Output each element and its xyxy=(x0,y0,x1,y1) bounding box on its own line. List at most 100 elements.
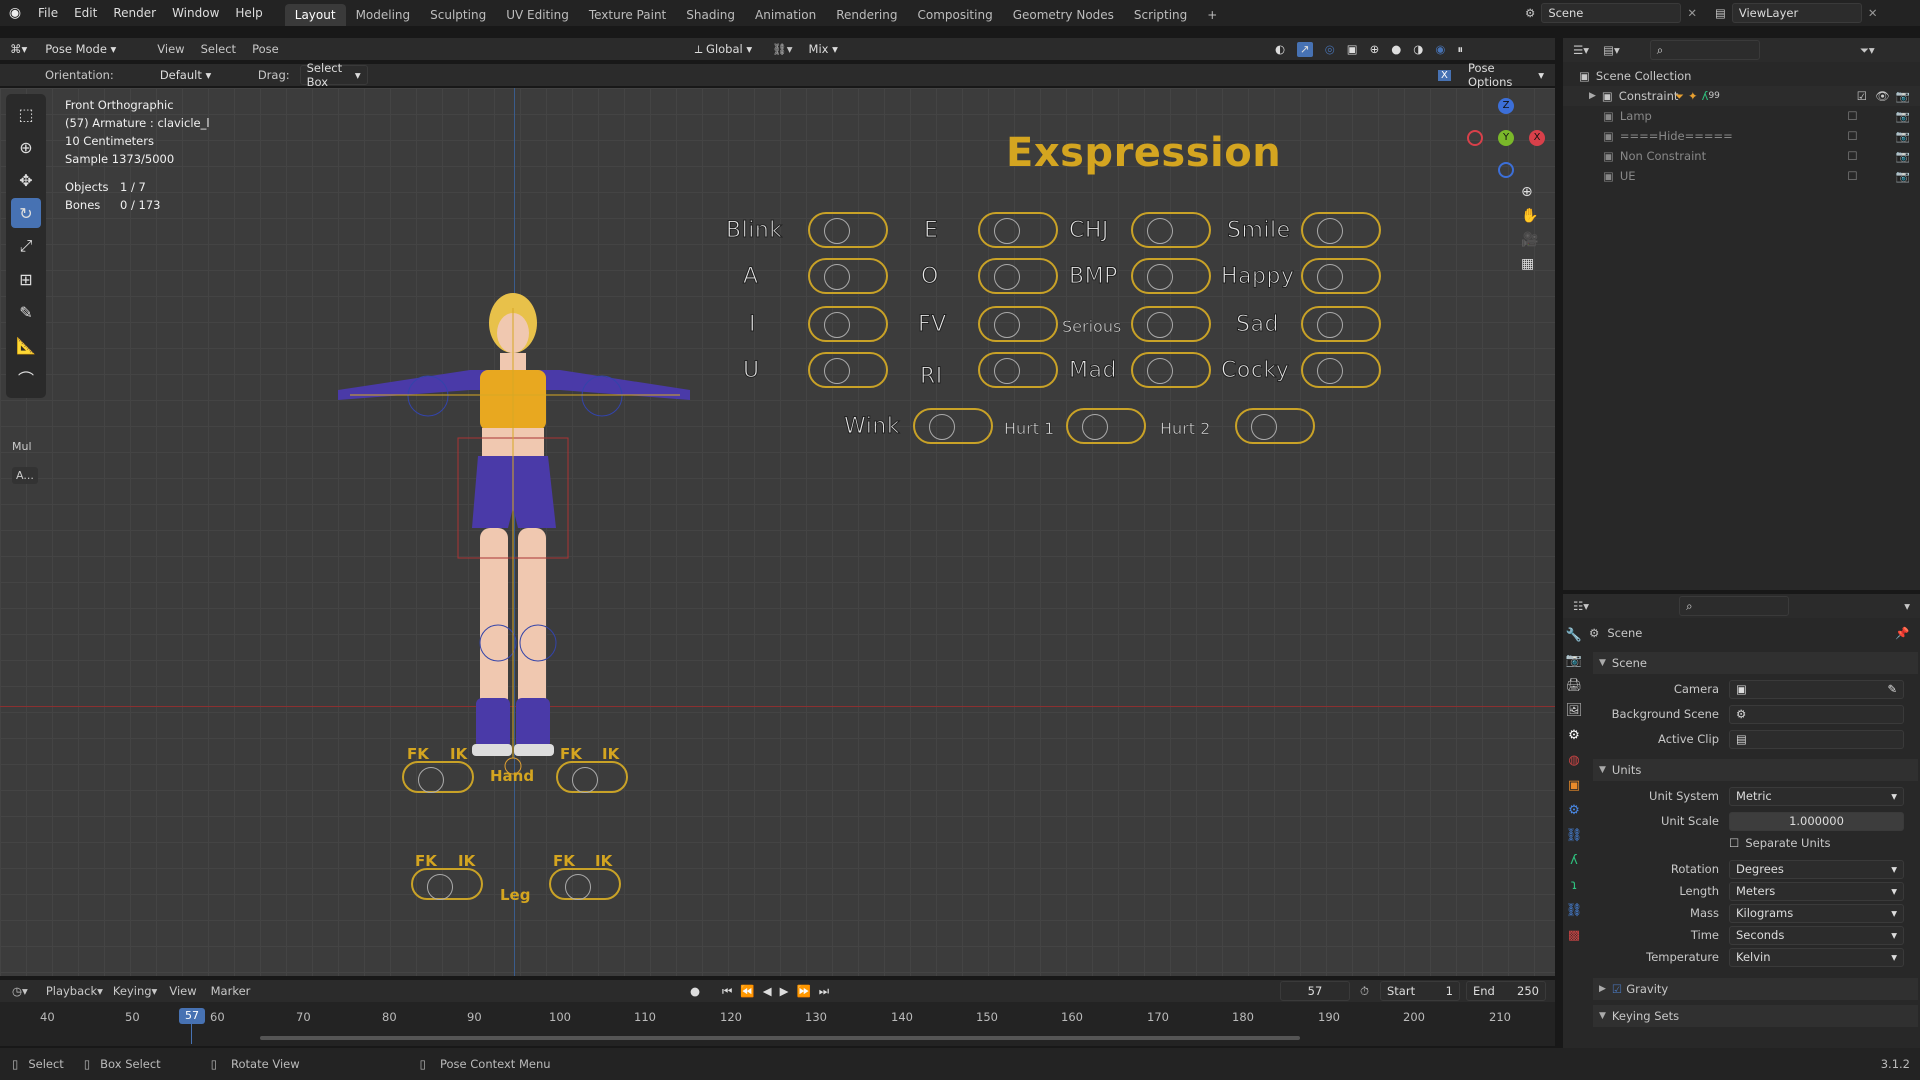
temperature-dropdown[interactable]: Kelvin ▾ xyxy=(1729,947,1904,967)
solid-shading-icon[interactable]: ● xyxy=(1391,42,1401,57)
expr-control-cocky[interactable] xyxy=(1301,352,1381,388)
character-rig[interactable] xyxy=(330,278,710,808)
outliner-editor-icon[interactable]: ☰▾ xyxy=(1573,43,1589,57)
wireframe-shading-icon[interactable]: ⊕ xyxy=(1370,42,1380,57)
x-mirror-button[interactable]: X xyxy=(1438,69,1451,81)
playhead[interactable]: 57 xyxy=(179,1008,205,1024)
select-box-icon[interactable]: ⬚ xyxy=(11,99,41,129)
keying-sets-panel-header[interactable]: ▼ Keying Sets xyxy=(1593,1005,1918,1027)
side-panel-a-button[interactable]: A... xyxy=(12,467,38,484)
marker-menu[interactable]: Marker xyxy=(211,984,251,998)
checkbox-icon[interactable]: ☐ xyxy=(1847,109,1857,123)
rotation-dropdown[interactable]: Degrees ▾ xyxy=(1729,859,1904,879)
checkbox-icon[interactable]: ☐ xyxy=(1847,129,1857,143)
filter-icon[interactable]: ⏷▾ xyxy=(1860,43,1875,58)
blender-logo-icon[interactable]: ◉ xyxy=(0,5,30,21)
menu-view[interactable]: View xyxy=(157,42,184,56)
camera-icon[interactable]: 🎥 xyxy=(1521,232,1538,248)
outliner-search-input[interactable]: ⌕ xyxy=(1649,40,1760,60)
render-icon[interactable]: 📷 xyxy=(1896,109,1910,123)
view-layer-tab-icon[interactable]: 🖼 xyxy=(1566,703,1583,718)
expr-control-e[interactable] xyxy=(978,212,1058,248)
expr-control-happy[interactable] xyxy=(1301,258,1381,294)
gizmo-x-axis[interactable]: X xyxy=(1529,130,1545,146)
timeline-view-menu[interactable]: View xyxy=(169,984,196,998)
render-icon[interactable]: 📷 xyxy=(1896,169,1910,183)
tab-geometry-nodes[interactable]: Geometry Nodes xyxy=(1003,4,1124,26)
display-mode-icon[interactable]: ▤▾ xyxy=(1603,43,1620,57)
mode-selector[interactable]: Pose Mode ▾ xyxy=(39,39,143,59)
output-tab-icon[interactable]: 🖨 xyxy=(1566,678,1583,693)
gravity-panel-header[interactable]: ▶ ☑ Gravity xyxy=(1593,978,1918,1000)
render-tab-icon[interactable]: 📷 xyxy=(1566,653,1582,668)
tool-tab-icon[interactable]: 🔧 xyxy=(1566,628,1582,643)
playback-menu[interactable]: Playback▾ xyxy=(46,984,103,998)
pan-hand-icon[interactable]: ✋ xyxy=(1521,208,1538,224)
zoom-icon[interactable]: ⊕ xyxy=(1521,184,1538,200)
bone-tab-icon[interactable]: ɿ xyxy=(1571,878,1578,893)
measure-icon[interactable]: 📐 xyxy=(11,330,41,360)
bone-constraint-tab-icon[interactable]: ⛓ xyxy=(1566,903,1583,918)
transform-icon[interactable]: ⊞ xyxy=(11,264,41,294)
snap-icon[interactable]: ⛓▾ xyxy=(772,42,792,56)
move-icon[interactable]: ✥ xyxy=(11,165,41,195)
menu-edit[interactable]: Edit xyxy=(66,6,105,20)
length-dropdown[interactable]: Meters ▾ xyxy=(1729,881,1904,901)
expr-control-serious[interactable] xyxy=(1131,306,1211,342)
outliner-scene-collection[interactable]: ▣ Scene Collection xyxy=(1563,66,1920,86)
pause-icon[interactable]: ⏸ xyxy=(1457,42,1463,57)
render-icon[interactable]: 📷 xyxy=(1896,89,1910,103)
scene-tab-icon[interactable]: ⚙ xyxy=(1568,728,1580,743)
tab-uv-editing[interactable]: UV Editing xyxy=(496,4,579,26)
jump-end-icon[interactable]: ⏭ xyxy=(819,984,829,999)
menu-window[interactable]: Window xyxy=(164,6,227,20)
outliner-item-constraint[interactable]: ▶ ▣ Constraint ⏷ ✦ ʎ 99 ☑ 👁 📷 xyxy=(1563,86,1920,106)
leg-fkik-control-right[interactable] xyxy=(549,868,621,900)
outliner-item-hide[interactable]: ▣ ====Hide===== ☐ 📷 xyxy=(1563,126,1920,146)
drag-dropdown[interactable]: Select Box ▾ xyxy=(299,61,368,89)
object-data-tab-icon[interactable]: ʎ xyxy=(1570,853,1578,868)
timeline-editor-icon[interactable]: ◷▾ xyxy=(12,984,28,998)
expr-control-o[interactable] xyxy=(978,258,1058,294)
record-icon[interactable]: ● xyxy=(690,984,700,999)
editor-type-icon[interactable]: ⌘▾ xyxy=(10,42,27,56)
scene-icon[interactable]: ⚙ xyxy=(1525,6,1535,20)
tab-animation[interactable]: Animation xyxy=(745,4,826,26)
pose-options-dropdown[interactable]: Pose Options ▾ xyxy=(1462,61,1550,89)
menu-pose[interactable]: Pose xyxy=(252,42,279,56)
time-dropdown[interactable]: Seconds ▾ xyxy=(1729,925,1904,945)
3d-viewport[interactable]: ⬚ ⊕ ✥ ↻ ⤢ ⊞ ✎ 📐 ⌒ Mul A... Front Orthogr… xyxy=(0,88,1555,976)
annotate-icon[interactable]: ✎ xyxy=(11,297,41,327)
tab-sculpting[interactable]: Sculpting xyxy=(420,4,496,26)
rendered-shading-icon[interactable]: ◉ xyxy=(1435,42,1445,57)
view-layer-selector[interactable]: ViewLayer xyxy=(1731,3,1862,23)
outliner-item-non-constraint[interactable]: ▣ Non Constraint ☐ 📷 xyxy=(1563,146,1920,166)
expr-control-i[interactable] xyxy=(808,306,888,342)
eyedropper-icon[interactable]: ✎ xyxy=(1887,682,1897,696)
expr-control-sad[interactable] xyxy=(1301,306,1381,342)
gizmo-neg-x[interactable] xyxy=(1467,130,1483,146)
scale-icon[interactable]: ⤢ xyxy=(11,231,41,261)
camera-field[interactable]: ▣ ✎ xyxy=(1729,679,1904,699)
visibility-icon[interactable]: ◐ xyxy=(1275,42,1285,57)
expr-control-hurt2[interactable] xyxy=(1235,408,1315,444)
tab-texture-paint[interactable]: Texture Paint xyxy=(579,4,676,26)
expr-control-fv[interactable] xyxy=(978,306,1058,342)
pin-icon[interactable]: 📌 xyxy=(1895,626,1909,640)
hand-fkik-control-left[interactable] xyxy=(402,761,474,793)
properties-search-input[interactable]: ⌕ xyxy=(1679,596,1790,616)
modifier-tab-icon[interactable]: ⚙ xyxy=(1568,803,1580,818)
expr-control-chj[interactable] xyxy=(1131,212,1211,248)
expr-control-u[interactable] xyxy=(808,352,888,388)
gizmo-y-axis[interactable]: Y xyxy=(1498,130,1514,146)
clock-icon[interactable]: ⏱ xyxy=(1360,984,1369,999)
menu-render[interactable]: Render xyxy=(105,6,164,20)
start-frame-field[interactable]: Start 1 xyxy=(1380,981,1460,1001)
add-workspace-icon[interactable]: + xyxy=(1197,4,1227,26)
leg-fkik-control-left[interactable] xyxy=(411,868,483,900)
side-panel-mul[interactable]: Mul xyxy=(12,440,38,453)
object-tab-icon[interactable]: ▣ xyxy=(1568,778,1580,793)
navigation-gizmo[interactable]: Z Y X xyxy=(1465,98,1545,178)
grid-icon[interactable]: ▦ xyxy=(1521,256,1538,272)
constraint-tab-icon[interactable]: ⛓ xyxy=(1566,828,1583,843)
